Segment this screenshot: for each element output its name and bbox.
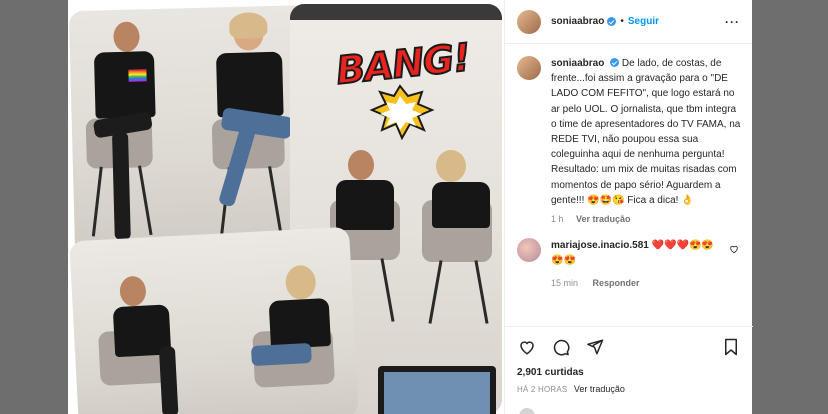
post-header: soniaabrao • Seguir ···	[505, 0, 752, 44]
chair-leg	[91, 166, 103, 237]
photo-bottom-left	[69, 226, 359, 414]
post-modal: BANG! soniaabrao • Seguir ··· soniaabrao…	[68, 0, 753, 414]
comment-icon[interactable]	[551, 337, 571, 357]
caption-time: 1 h	[551, 214, 564, 225]
comment-text: mariajose.inacio.581 ❤️❤️❤️😍😍😍😍	[551, 238, 721, 268]
studio-monitor	[378, 366, 496, 414]
post-media[interactable]: BANG!	[68, 0, 504, 414]
comment-meta: 15 min Responder	[551, 278, 741, 288]
username[interactable]: soniaabrao	[551, 16, 604, 27]
heart-icon[interactable]	[517, 337, 537, 357]
verified-icon	[610, 58, 620, 67]
verified-icon	[607, 17, 617, 26]
caption-meta: 1 h Ver tradução	[551, 214, 741, 224]
more-icon[interactable]: ···	[725, 15, 740, 29]
woman-hair	[228, 12, 268, 40]
heart-icon[interactable]	[729, 244, 739, 257]
avatar[interactable]	[517, 238, 541, 263]
woman-head	[284, 264, 317, 301]
caption-body: De lado, de costas, de frente...foi assi…	[551, 58, 741, 206]
separator-dot: •	[620, 16, 624, 27]
man-head	[348, 150, 374, 180]
caption-text: soniaabrao De lado, de costas, de frente…	[551, 56, 741, 208]
avatar[interactable]	[517, 9, 541, 34]
comment-username[interactable]: mariajose.inacio.581	[551, 240, 649, 251]
studio-ceiling	[290, 4, 502, 20]
chair-leg	[474, 260, 489, 324]
man-shirt	[93, 51, 156, 119]
man-head	[113, 21, 140, 53]
chair-leg	[428, 260, 443, 324]
woman-top	[432, 182, 490, 228]
post-sidebar: soniaabrao • Seguir ··· soniaabrao De la…	[504, 0, 753, 414]
comment-item: mariajose.inacio.581 ❤️❤️❤️😍😍😍😍	[517, 238, 741, 268]
likes-count[interactable]: 2,901 curtidas	[517, 367, 741, 378]
reply-button[interactable]: Responder	[593, 278, 640, 288]
woman-jeans	[250, 342, 312, 367]
chair-leg	[138, 165, 153, 236]
comment-time: 15 min	[551, 278, 579, 289]
bookmark-icon[interactable]	[721, 337, 741, 357]
action-bar: 2,901 curtidas HÁ 2 HORAS Ver tradução	[505, 326, 753, 394]
chair-leg	[268, 166, 283, 236]
avatar	[519, 408, 535, 414]
caption-username[interactable]: soniaabrao	[551, 58, 604, 69]
follow-button[interactable]: Seguir	[628, 16, 659, 27]
chair-leg	[380, 258, 395, 322]
post-time: HÁ 2 HORAS Ver tradução	[517, 384, 741, 394]
caption: soniaabrao De lado, de costas, de frente…	[517, 56, 741, 208]
man-shirt	[336, 180, 394, 230]
man-legs	[158, 346, 179, 414]
photo-top-left	[68, 4, 320, 258]
man-head	[119, 275, 147, 307]
action-icons	[517, 333, 741, 361]
rainbow-flag	[128, 69, 147, 82]
bang-sticker: BANG!	[330, 34, 473, 144]
woman-top	[268, 297, 332, 350]
translate-link[interactable]: Ver tradução	[576, 214, 631, 224]
posted-ago: HÁ 2 HORAS	[517, 385, 568, 394]
translate-link[interactable]: Ver tradução	[574, 384, 625, 394]
man-legs-lower	[112, 131, 131, 241]
share-icon[interactable]	[585, 337, 605, 357]
comments-section: soniaabrao De lado, de costas, de frente…	[505, 44, 753, 312]
avatar[interactable]	[517, 56, 541, 80]
woman-head	[436, 150, 466, 182]
